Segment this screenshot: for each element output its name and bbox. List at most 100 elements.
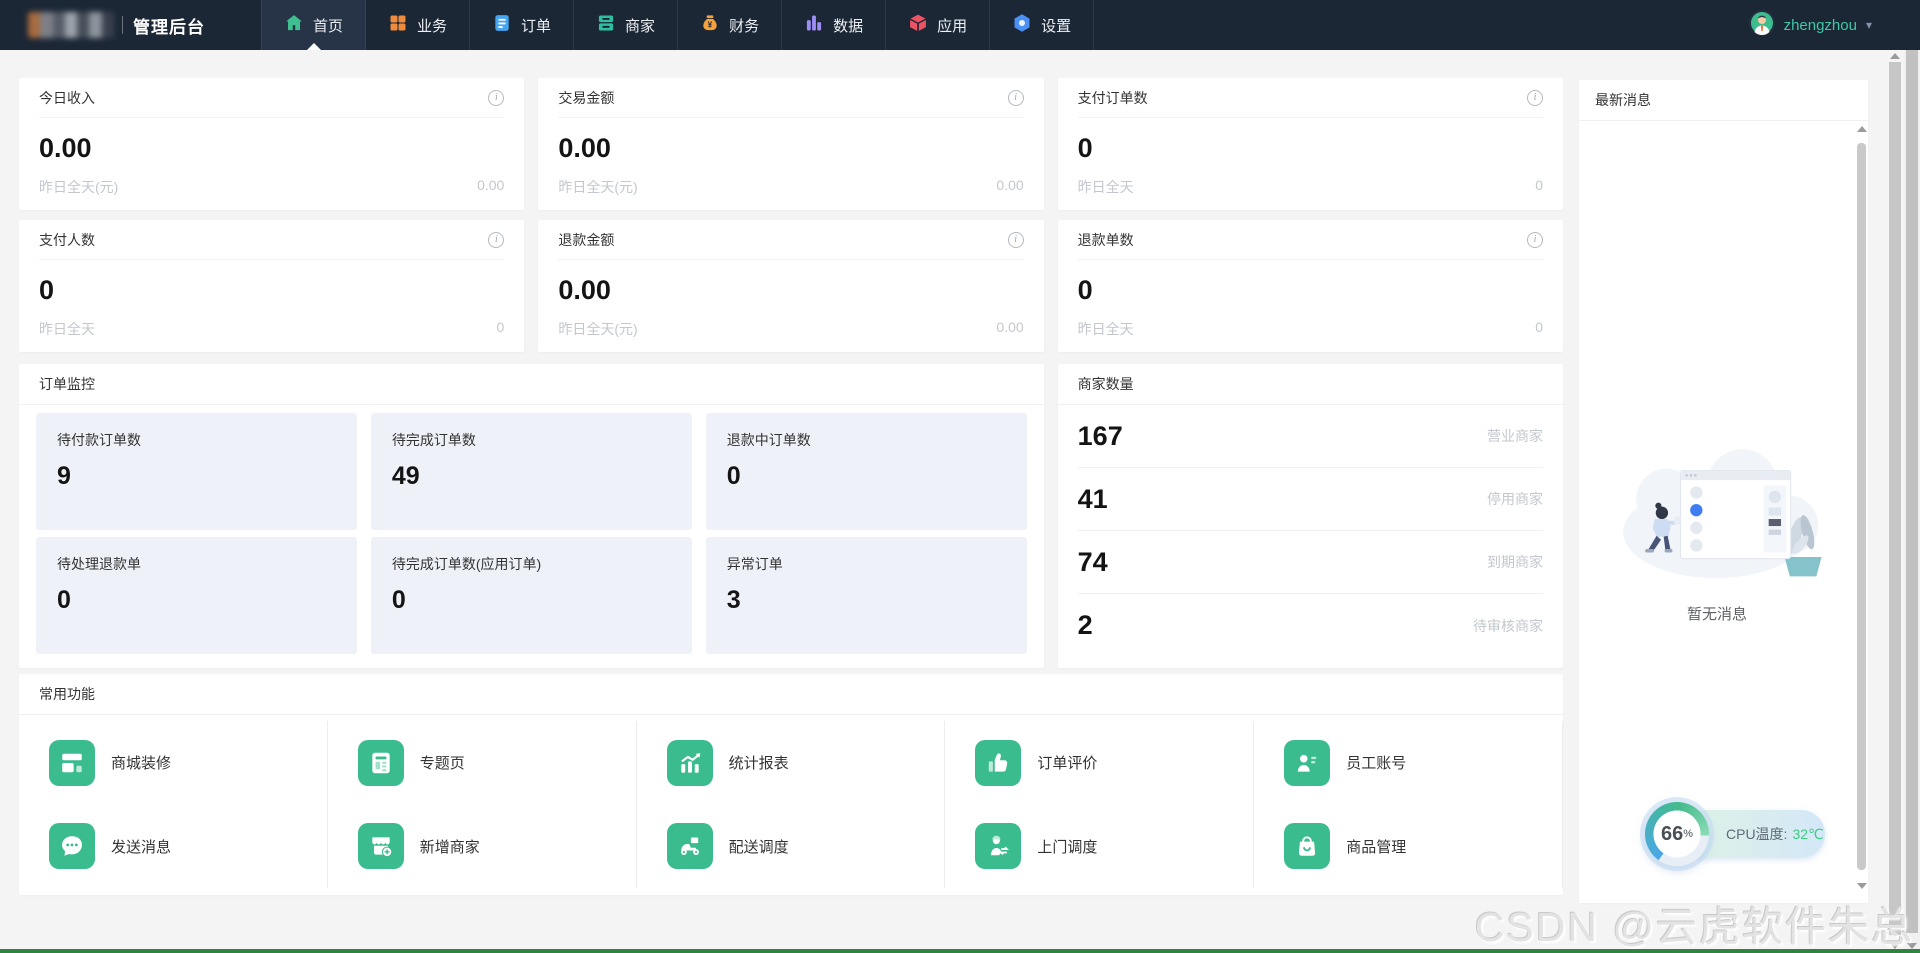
info-icon[interactable]: i <box>1008 90 1024 106</box>
info-icon[interactable]: i <box>1527 90 1543 106</box>
quick-item-order-review[interactable]: 订单评价 <box>975 728 1253 798</box>
user-name: zhengzhou <box>1784 17 1857 34</box>
quick-item-label: 新增商家 <box>420 836 480 857</box>
nav-item-app[interactable]: 应用 <box>886 0 990 50</box>
scroll-down-arrow[interactable] <box>1857 883 1867 889</box>
topic-page-icon <box>358 740 404 786</box>
quick-item-label: 统计报表 <box>729 752 789 773</box>
info-icon[interactable]: i <box>488 232 504 248</box>
stats-grid: 今日收入i 0.00 昨日全天(元)0.00 交易金额i 0.00 昨日全天(元… <box>19 78 1563 352</box>
quick-item-label: 订单评价 <box>1037 752 1097 773</box>
quick-functions-title: 常用功能 <box>19 674 1563 715</box>
merchant-row-active: 167 营业商家 <box>1078 405 1543 468</box>
monitor-card-value: 0 <box>727 462 1006 491</box>
delivery-dispatch-icon <box>667 823 713 869</box>
chevron-down-icon: ▾ <box>1866 18 1872 32</box>
monitor-card-app-orders: 待完成订单数(应用订单) 0 <box>371 537 692 654</box>
window-scrollbar-thumb[interactable] <box>1906 18 1918 933</box>
info-icon[interactable]: i <box>1527 232 1543 248</box>
nav-item-order[interactable]: 订单 <box>470 0 574 50</box>
window-scrollbar[interactable] <box>1904 0 1920 953</box>
nav-item-label: 数据 <box>833 15 863 36</box>
quick-functions-panel: 常用功能 商城装修 发送消息 专题页 新增商家 <box>19 674 1563 895</box>
quick-col-1: 商城装修 发送消息 <box>19 721 328 888</box>
merchant-value: 41 <box>1078 484 1108 515</box>
stat-sub-value: 0.00 <box>996 319 1023 339</box>
messages-scrollbar-thumb[interactable] <box>1857 143 1866 870</box>
content-scrollbar[interactable] <box>1887 50 1903 953</box>
stat-value: 0 <box>39 275 504 306</box>
brand-divider <box>122 16 123 34</box>
finance-icon: ¥ <box>700 13 720 37</box>
stat-card-paid-orders: 支付订单数i 0 昨日全天0 <box>1058 78 1563 210</box>
stat-sub-value: 0 <box>497 319 505 339</box>
merchant-row-disabled: 41 停用商家 <box>1078 468 1543 531</box>
monitor-card-label: 异常订单 <box>727 554 1006 574</box>
quick-item-delivery-dispatch[interactable]: 配送调度 <box>667 811 945 881</box>
user-avatar <box>1749 10 1775 41</box>
quick-item-send-message[interactable]: 发送消息 <box>49 811 327 881</box>
merchant-value: 74 <box>1078 547 1108 578</box>
scroll-up-arrow[interactable] <box>1890 53 1900 59</box>
nav-item-finance[interactable]: ¥ 财务 <box>678 0 782 50</box>
quick-item-topic-page[interactable]: 专题页 <box>358 728 636 798</box>
app-icon <box>908 13 928 37</box>
quick-item-stats-report[interactable]: 统计报表 <box>667 728 945 798</box>
nav-item-home[interactable]: 首页 <box>261 0 366 50</box>
stat-value: 0.00 <box>558 133 1023 164</box>
quick-item-label: 商品管理 <box>1346 836 1406 857</box>
door-dispatch-icon <box>975 823 1021 869</box>
app-title: 管理后台 <box>133 13 205 38</box>
quick-item-label: 专题页 <box>420 752 465 773</box>
latest-messages-panel: 最新消息 <box>1579 80 1868 903</box>
top-navbar: 管理后台 首页 业务 订单 商家 ¥ 财务 数据 应用 <box>0 0 1920 50</box>
send-message-icon <box>49 823 95 869</box>
stat-sub-value: 0.00 <box>477 177 504 197</box>
messages-scrollbar[interactable] <box>1855 122 1868 903</box>
merchant-count-panel: 商家数量 167 营业商家 41 停用商家 74 到期商家 2 待审核商家 <box>1058 364 1563 668</box>
monitor-card-label: 待完成订单数 <box>392 430 671 450</box>
nav-item-data[interactable]: 数据 <box>782 0 886 50</box>
home-icon <box>284 13 304 37</box>
stat-sub-value: 0.00 <box>996 177 1023 197</box>
nav-item-label: 业务 <box>417 15 447 36</box>
info-icon[interactable]: i <box>488 90 504 106</box>
quick-item-door-dispatch[interactable]: 上门调度 <box>975 811 1253 881</box>
scroll-up-arrow[interactable] <box>1857 126 1867 132</box>
quick-item-add-merchant[interactable]: 新增商家 <box>358 811 636 881</box>
staff-account-icon <box>1284 740 1330 786</box>
stat-title: 退款单数 <box>1078 230 1134 250</box>
user-menu[interactable]: zhengzhou ▾ <box>1749 0 1872 50</box>
stat-title: 交易金额 <box>558 88 614 108</box>
order-review-icon <box>975 740 1021 786</box>
stat-card-refund-orders: 退款单数i 0 昨日全天0 <box>1058 220 1563 352</box>
empty-state-illustration <box>1600 444 1835 594</box>
monitor-card-label: 待付款订单数 <box>57 430 336 450</box>
content-scrollbar-thumb[interactable] <box>1889 62 1901 935</box>
nav-menu: 首页 业务 订单 商家 ¥ 财务 数据 应用 设置 <box>261 0 1094 50</box>
quick-col-5: 员工账号 商品管理 <box>1254 721 1563 888</box>
quick-item-mall-decorate[interactable]: 商城装修 <box>49 728 327 798</box>
nav-item-settings[interactable]: 设置 <box>990 0 1094 50</box>
nav-item-merchant[interactable]: 商家 <box>574 0 678 50</box>
quick-item-goods-manage[interactable]: 商品管理 <box>1284 811 1562 881</box>
goods-manage-icon <box>1284 823 1330 869</box>
stat-value: 0.00 <box>39 133 504 164</box>
monitor-card-refunding: 退款中订单数 0 <box>706 413 1027 530</box>
nav-item-business[interactable]: 业务 <box>366 0 470 50</box>
merchant-value: 2 <box>1078 610 1093 641</box>
order-monitor-title: 订单监控 <box>19 364 1044 405</box>
info-icon[interactable]: i <box>1008 232 1024 248</box>
cpu-percent-sign: % <box>1683 828 1693 840</box>
cpu-percent-value: 66 <box>1661 823 1683 846</box>
cpu-monitor-widget: CPU温度: 32℃ 66 % <box>1579 801 1855 867</box>
stat-title: 今日收入 <box>39 88 95 108</box>
cpu-usage-gauge: 66 % <box>1645 802 1709 866</box>
monitor-card-value: 3 <box>727 586 1006 615</box>
order-icon <box>492 13 512 37</box>
nav-item-label: 首页 <box>313 15 343 36</box>
merchant-icon <box>596 13 616 37</box>
cpu-temp-label: CPU温度: <box>1726 824 1787 844</box>
quick-item-staff-account[interactable]: 员工账号 <box>1284 728 1562 798</box>
quick-item-label: 上门调度 <box>1037 836 1097 857</box>
